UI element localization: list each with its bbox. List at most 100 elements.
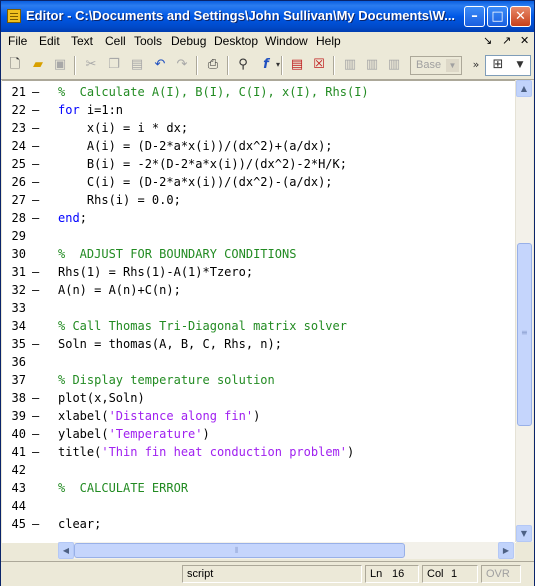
paste-icon[interactable]: ▤	[128, 56, 146, 74]
code-line[interactable]: 25– B(i) = -2*(D-2*a*x(i))/(dx^2)-2*H/K;	[2, 157, 516, 175]
code-line[interactable]: 32– A(n) = A(n)+C(n);	[2, 283, 516, 301]
status-column: Col 1	[422, 565, 478, 583]
breakpoint-marker[interactable]: –	[32, 337, 39, 351]
code-line[interactable]: 38– plot(x,Soln)	[2, 391, 516, 409]
horizontal-scroll-thumb[interactable]: ⦀	[74, 543, 405, 558]
clear-breakpoint-icon[interactable]: ☒	[310, 56, 328, 74]
scroll-down-button[interactable]: ▼	[516, 525, 532, 542]
copy-icon[interactable]: ❐	[105, 56, 123, 74]
breakpoint-marker[interactable]: –	[32, 445, 39, 459]
code-line[interactable]: 26– C(i) = (D-2*a*x(i))/(dx^2)-(a/dx);	[2, 175, 516, 193]
undock-arrow-icon[interactable]: ↘	[483, 34, 492, 47]
code-token: plot(x,Soln)	[58, 391, 145, 405]
breakpoint-marker[interactable]: –	[32, 121, 39, 135]
breakpoint-marker[interactable]: –	[32, 517, 39, 531]
code-line[interactable]: 36	[2, 355, 516, 373]
breakpoint-marker[interactable]: –	[32, 85, 39, 99]
code-line[interactable]: 22– for i=1:n	[2, 103, 516, 121]
minimize-button[interactable]: –	[464, 6, 485, 27]
status-bar: script Ln 16 Col 1 OVR	[1, 561, 534, 586]
menu-file[interactable]: File	[8, 34, 27, 48]
code-line[interactable]: 45– clear;	[2, 517, 516, 535]
code-line[interactable]: 44	[2, 499, 516, 517]
function-dropdown-icon[interactable]: ▾	[269, 56, 287, 74]
code-line[interactable]: 43 % CALCULATE ERROR	[2, 481, 516, 499]
dock-arrow-icon[interactable]: ↗	[502, 34, 511, 47]
undo-icon[interactable]: ↶	[151, 56, 169, 74]
breakpoint-marker[interactable]: –	[32, 103, 39, 117]
scroll-right-button[interactable]: ▶	[498, 542, 514, 559]
code-line[interactable]: 29	[2, 229, 516, 247]
close-button[interactable]: ✕	[510, 6, 531, 27]
code-line[interactable]: 30 % ADJUST FOR BOUNDARY CONDITIONS	[2, 247, 516, 265]
find-icon[interactable]: ⚲	[234, 56, 252, 74]
save-icon[interactable]: ▣	[51, 56, 69, 74]
grip-icon: ≡	[521, 328, 528, 337]
status-line-label: Ln	[370, 568, 383, 580]
stack-base-select[interactable]: Base ▼	[410, 56, 462, 75]
breakpoint-marker[interactable]: –	[32, 283, 39, 297]
new-file-icon[interactable]: 🗋	[6, 56, 24, 74]
maximize-button[interactable]: □	[487, 6, 508, 27]
stack-base-value: Base	[416, 59, 442, 71]
close-document-icon[interactable]: ✕	[520, 34, 529, 47]
code-line[interactable]: 24– A(i) = (D-2*a*x(i))/(dx^2)+(a/dx);	[2, 139, 516, 157]
menu-help[interactable]: Help	[316, 34, 341, 48]
vertical-scrollbar[interactable]: ▲ ≡ ▼	[515, 80, 533, 542]
code-line[interactable]: 35– Soln = thomas(A, B, C, Rhs, n);	[2, 337, 516, 355]
menu-debug[interactable]: Debug	[171, 34, 206, 48]
code-token: title(	[58, 445, 102, 459]
line-number: 34	[11, 319, 26, 333]
scroll-left-button[interactable]: ◀	[58, 542, 74, 559]
menu-window[interactable]: Window	[265, 34, 308, 48]
cut-icon[interactable]: ✂	[82, 56, 100, 74]
code-line[interactable]: 39– xlabel('Distance along fin')	[2, 409, 516, 427]
code-line[interactable]: 42	[2, 463, 516, 481]
code-line[interactable]: 33	[2, 301, 516, 319]
editor-app-icon	[7, 9, 21, 23]
print-icon[interactable]: ⎙	[204, 56, 222, 74]
step-in-icon[interactable]: ▥	[363, 56, 381, 74]
breakpoint-marker[interactable]: –	[32, 391, 39, 405]
code-token: Rhs(1) = Rhs(1)-A(1)*Tzero;	[58, 265, 254, 279]
breakpoint-marker[interactable]: –	[32, 175, 39, 189]
code-line[interactable]: 31– Rhs(1) = Rhs(1)-A(1)*Tzero;	[2, 265, 516, 283]
menu-desktop[interactable]: Desktop	[214, 34, 258, 48]
step-icon[interactable]: ▥	[341, 56, 359, 74]
window-title: Editor - C:\Documents and Settings\John …	[26, 8, 456, 23]
menu-edit[interactable]: Edit	[39, 34, 60, 48]
open-folder-icon[interactable]: ▰	[29, 56, 47, 74]
code-line[interactable]: 34 % Call Thomas Tri-Diagonal matrix solv…	[2, 319, 516, 337]
line-number: 39	[11, 409, 26, 423]
layout-button[interactable]: ⊞ ▼	[485, 55, 531, 76]
code-line[interactable]: 41– title('Thin fin heat conduction probl…	[2, 445, 516, 463]
code-line[interactable]: 28– end;	[2, 211, 516, 229]
breakpoint-marker[interactable]: –	[32, 157, 39, 171]
breakpoint-marker[interactable]: –	[32, 265, 39, 279]
breakpoint-marker[interactable]: –	[32, 193, 39, 207]
menu-text[interactable]: Text	[71, 34, 93, 48]
code-line[interactable]: 37 % Display temperature solution	[2, 373, 516, 391]
toolbar-overflow-icon[interactable]: »	[467, 56, 485, 74]
breakpoint-marker[interactable]: –	[32, 139, 39, 153]
menu-cell[interactable]: Cell	[105, 34, 126, 48]
step-out-icon[interactable]: ▥	[385, 56, 403, 74]
code-line[interactable]: 27– Rhs(i) = 0.0;	[2, 193, 516, 211]
title-bar[interactable]: Editor - C:\Documents and Settings\John …	[1, 1, 534, 32]
line-number: 21	[11, 85, 26, 99]
vertical-scroll-thumb[interactable]: ≡	[517, 243, 532, 426]
code-line[interactable]: 21– % Calculate A(I), B(I), C(I), x(I), R…	[2, 85, 516, 103]
breakpoint-marker[interactable]: –	[32, 211, 39, 225]
horizontal-scrollbar[interactable]: ◀ ⦀ ▶	[58, 542, 515, 559]
breakpoint-icon[interactable]: ▤	[288, 56, 306, 74]
menu-tools[interactable]: Tools	[134, 34, 162, 48]
redo-icon[interactable]: ↷	[173, 56, 191, 74]
scroll-up-button[interactable]: ▲	[516, 80, 532, 97]
line-number: 22	[11, 103, 26, 117]
code-line[interactable]: 23– x(i) = i * dx;	[2, 121, 516, 139]
breakpoint-marker[interactable]: –	[32, 427, 39, 441]
code-line[interactable]: 40– ylabel('Temperature')	[2, 427, 516, 445]
breakpoint-marker[interactable]: –	[32, 409, 39, 423]
code-text: ylabel('Temperature')	[58, 427, 210, 441]
code-editor[interactable]: 21–% Calculate A(I), B(I), C(I), x(I), R…	[2, 80, 516, 543]
